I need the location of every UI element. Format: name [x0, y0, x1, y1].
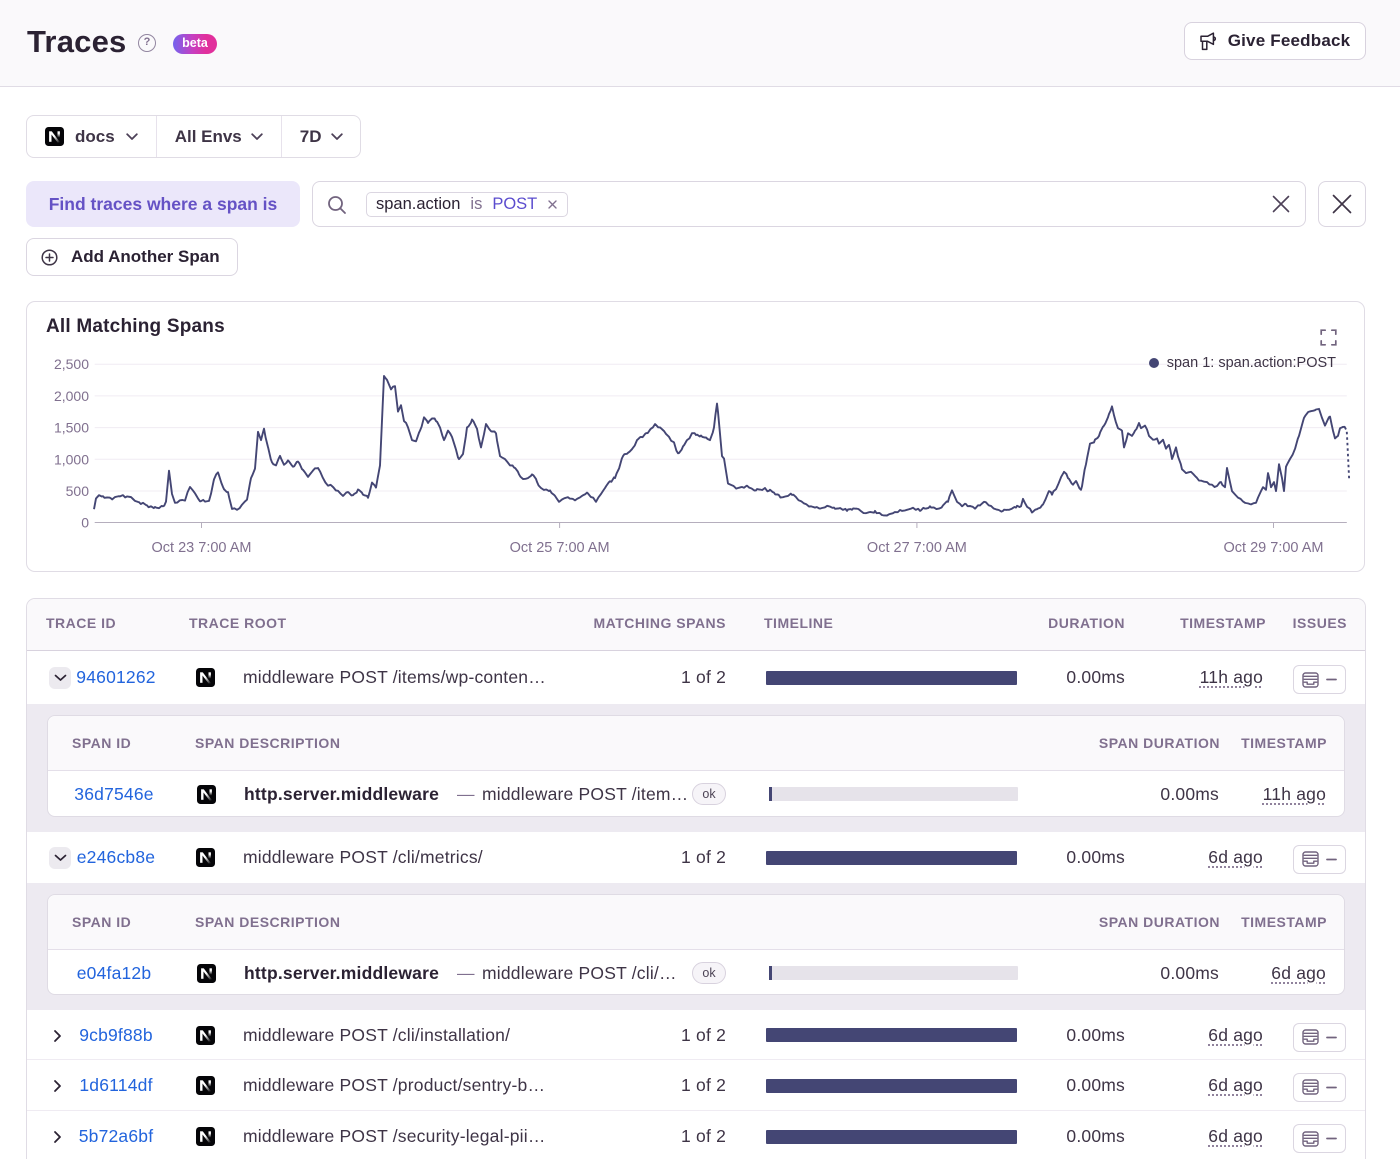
svg-text:500: 500 — [66, 483, 90, 499]
svg-text:Oct 25 7:00 AM: Oct 25 7:00 AM — [510, 540, 610, 556]
svg-text:Oct 23 7:00 AM: Oct 23 7:00 AM — [152, 540, 252, 556]
svg-text:1,000: 1,000 — [54, 451, 89, 467]
svg-text:Oct 27 7:00 AM: Oct 27 7:00 AM — [867, 540, 967, 556]
svg-text:2,500: 2,500 — [54, 356, 89, 372]
svg-text:0: 0 — [81, 515, 89, 531]
svg-text:1,500: 1,500 — [54, 420, 89, 436]
svg-text:Oct 29 7:00 AM: Oct 29 7:00 AM — [1224, 540, 1324, 556]
svg-text:2,000: 2,000 — [54, 388, 89, 404]
